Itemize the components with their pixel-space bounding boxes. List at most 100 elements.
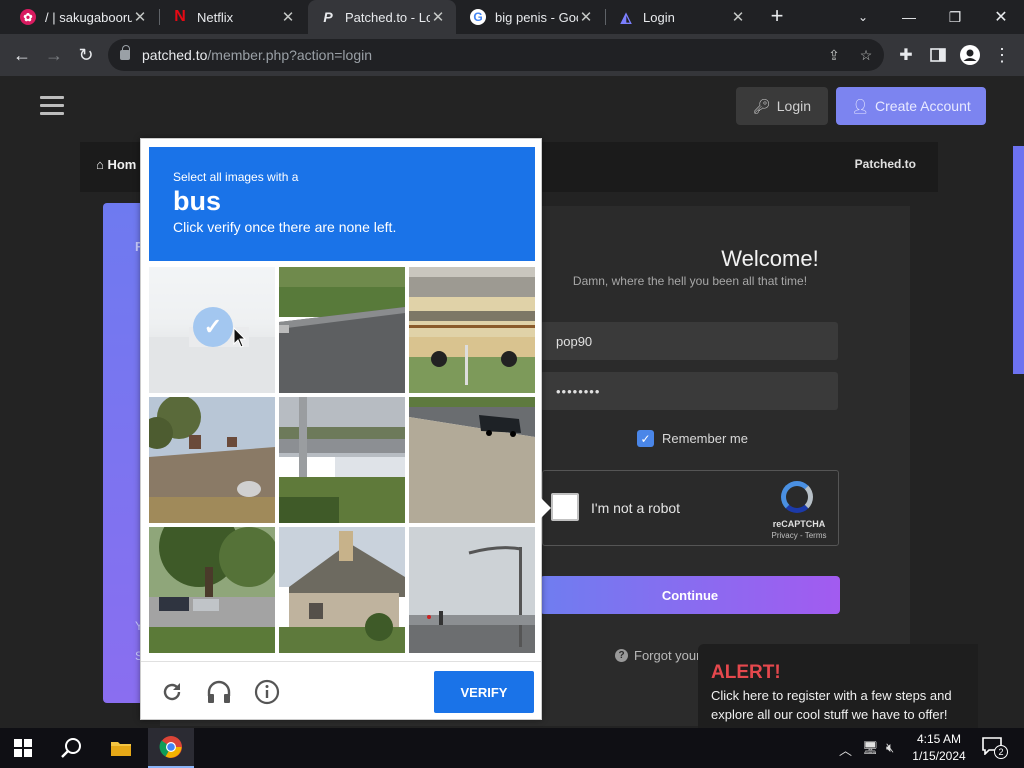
remember-me[interactable]: ✓ Remember me bbox=[637, 430, 748, 447]
remember-label: Remember me bbox=[662, 431, 748, 446]
windows-start-icon[interactable] bbox=[0, 728, 46, 768]
register-alert[interactable]: ALERT! Click here to register with a few… bbox=[698, 644, 978, 728]
captcha-tile[interactable] bbox=[279, 267, 405, 393]
alert-title: ALERT! bbox=[711, 662, 781, 683]
tab-title: / | sakugabooru bbox=[45, 9, 132, 25]
create-account-button[interactable]: 👤︎ Create Account bbox=[836, 87, 986, 125]
menu-kebab-icon[interactable]: ⋮ bbox=[990, 43, 1014, 67]
sakugabooru-icon: ✿ bbox=[20, 9, 36, 25]
password-field[interactable]: •••••••• bbox=[540, 372, 838, 410]
refresh-icon[interactable] bbox=[159, 679, 185, 705]
minimize-icon[interactable]: — bbox=[886, 0, 932, 34]
address-bar[interactable]: patched.to/member.php?action=login ⇪ ☆ bbox=[108, 39, 884, 71]
tab-sakugabooru[interactable]: ✿ / | sakugabooru ✕ bbox=[8, 0, 158, 34]
profile-icon[interactable] bbox=[958, 43, 982, 67]
browser-toolbar: ← → ↻ patched.to/member.php?action=login… bbox=[0, 34, 1024, 76]
windows-taskbar: ︿ 🖥︎ 🔇︎ 4:15 AM 1/15/2024 2 bbox=[0, 728, 1024, 768]
captcha-tile[interactable] bbox=[149, 397, 275, 523]
captcha-header: Select all images with a bus Click verif… bbox=[149, 147, 535, 261]
notification-count: 2 bbox=[994, 745, 1008, 759]
verify-button[interactable]: VERIFY bbox=[434, 671, 534, 713]
tab-title: Netflix bbox=[197, 9, 234, 25]
close-tab-icon[interactable]: ✕ bbox=[430, 8, 446, 26]
file-explorer-icon[interactable] bbox=[98, 728, 144, 768]
close-window-icon[interactable]: ✕ bbox=[978, 0, 1024, 34]
create-account-label: Create Account bbox=[875, 98, 971, 114]
selected-check-icon: ✓ bbox=[193, 307, 233, 347]
captcha-pointer bbox=[541, 498, 551, 518]
close-tab-icon[interactable]: ✕ bbox=[578, 8, 594, 26]
reload-icon[interactable]: ↻ bbox=[74, 43, 98, 67]
hamburger-menu-icon[interactable] bbox=[40, 96, 64, 116]
netflix-icon: N bbox=[174, 8, 186, 25]
url-text: patched.to/member.php?action=login bbox=[142, 47, 372, 63]
welcome-heading: Welcome! bbox=[721, 246, 819, 271]
alert-body: Click here to register with a few steps … bbox=[711, 688, 952, 722]
side-panel-icon[interactable] bbox=[926, 43, 950, 67]
recaptcha-checkbox[interactable] bbox=[551, 493, 579, 521]
clock-time: 4:15 AM bbox=[916, 732, 962, 746]
username-field[interactable]: pop90 bbox=[540, 322, 838, 360]
tab-netflix[interactable]: N Netflix ✕ bbox=[160, 0, 306, 34]
recaptcha-logo-icon bbox=[781, 481, 813, 513]
captcha-hint: Click verify once there are none left. bbox=[173, 219, 397, 235]
login-button-label: Login bbox=[776, 98, 812, 114]
clock-date: 1/15/2024 bbox=[912, 749, 966, 763]
tab-google[interactable]: G big penis - Goo ✕ bbox=[458, 0, 604, 34]
chrome-taskbar-icon[interactable] bbox=[148, 728, 194, 768]
captcha-instruction: Select all images with a bbox=[173, 170, 299, 184]
new-tab-icon[interactable]: + bbox=[766, 5, 788, 27]
captcha-keyword: bus bbox=[173, 186, 222, 216]
continue-button[interactable]: Continue bbox=[540, 576, 840, 614]
captcha-tile[interactable] bbox=[409, 527, 535, 653]
audio-challenge-icon[interactable] bbox=[206, 679, 232, 705]
volume-muted-icon[interactable]: 🔇︎ bbox=[886, 740, 894, 756]
side-accent bbox=[1013, 146, 1024, 374]
tray-chevron-icon[interactable]: ︿ bbox=[839, 740, 852, 759]
browser-tab-strip: ✿ / | sakugabooru ✕ N Netflix ✕ P Patche… bbox=[0, 0, 1024, 34]
recaptcha-brand: reCAPTCHA bbox=[772, 519, 826, 529]
patched-icon: P bbox=[323, 9, 333, 25]
login-button[interactable]: 🔑︎ Login bbox=[736, 87, 828, 125]
taskbar-clock[interactable]: 4:15 AM 1/15/2024 bbox=[904, 731, 974, 765]
remember-checkbox[interactable]: ✓ bbox=[637, 430, 654, 447]
tab-title: Login bbox=[643, 9, 675, 25]
tab-login[interactable]: ◭ Login ✕ bbox=[606, 0, 756, 34]
welcome-subtitle: Damn, where the hell you been all that t… bbox=[572, 274, 808, 288]
close-tab-icon[interactable]: ✕ bbox=[280, 8, 296, 26]
notifications-icon[interactable]: 2 bbox=[982, 737, 1008, 759]
nav-home-link[interactable]: ⌂ Hom bbox=[96, 157, 136, 172]
recaptcha-widget: I'm not a robot reCAPTCHA Privacy - Term… bbox=[542, 470, 839, 546]
captcha-footer: VERIFY bbox=[141, 661, 541, 719]
share-icon[interactable]: ⇪ bbox=[826, 47, 842, 63]
screen: ✿ / | sakugabooru ✕ N Netflix ✕ P Patche… bbox=[0, 0, 1024, 768]
recaptcha-label: I'm not a robot bbox=[591, 500, 681, 516]
extensions-icon[interactable]: ✚ bbox=[894, 43, 918, 67]
close-tab-icon[interactable]: ✕ bbox=[730, 8, 746, 26]
login-site-icon: ◭ bbox=[620, 8, 632, 25]
captcha-tile[interactable] bbox=[149, 527, 275, 653]
key-icon: 🔑︎ bbox=[752, 97, 771, 114]
back-icon[interactable]: ← bbox=[10, 43, 34, 67]
google-icon: G bbox=[470, 9, 486, 25]
add-user-icon: 👤︎ bbox=[851, 97, 870, 114]
captcha-tile[interactable] bbox=[279, 527, 405, 653]
captcha-tile[interactable] bbox=[279, 397, 405, 523]
search-icon[interactable] bbox=[48, 728, 94, 768]
info-icon[interactable] bbox=[254, 679, 280, 705]
tab-patched[interactable]: P Patched.to - Log ✕ bbox=[308, 0, 456, 34]
captcha-tile[interactable] bbox=[409, 397, 535, 523]
tab-title: big penis - Goo bbox=[495, 9, 578, 25]
restore-icon[interactable]: ❐ bbox=[932, 0, 978, 34]
bookmark-star-icon[interactable]: ☆ bbox=[858, 47, 874, 63]
captcha-tile[interactable]: ✓ bbox=[149, 267, 275, 393]
close-tab-icon[interactable]: ✕ bbox=[132, 8, 148, 26]
tab-search-icon[interactable]: ⌄ bbox=[840, 0, 886, 34]
captcha-tile[interactable] bbox=[409, 267, 535, 393]
forgot-password-link[interactable]: ? Forgot your bbox=[615, 648, 700, 663]
network-icon[interactable]: 🖥︎ bbox=[862, 740, 879, 756]
recaptcha-terms-link[interactable]: Privacy - Terms bbox=[759, 531, 839, 540]
forward-icon[interactable]: → bbox=[42, 43, 66, 67]
mouse-cursor-icon bbox=[233, 327, 247, 348]
nav-brand[interactable]: Patched.to bbox=[855, 157, 916, 171]
